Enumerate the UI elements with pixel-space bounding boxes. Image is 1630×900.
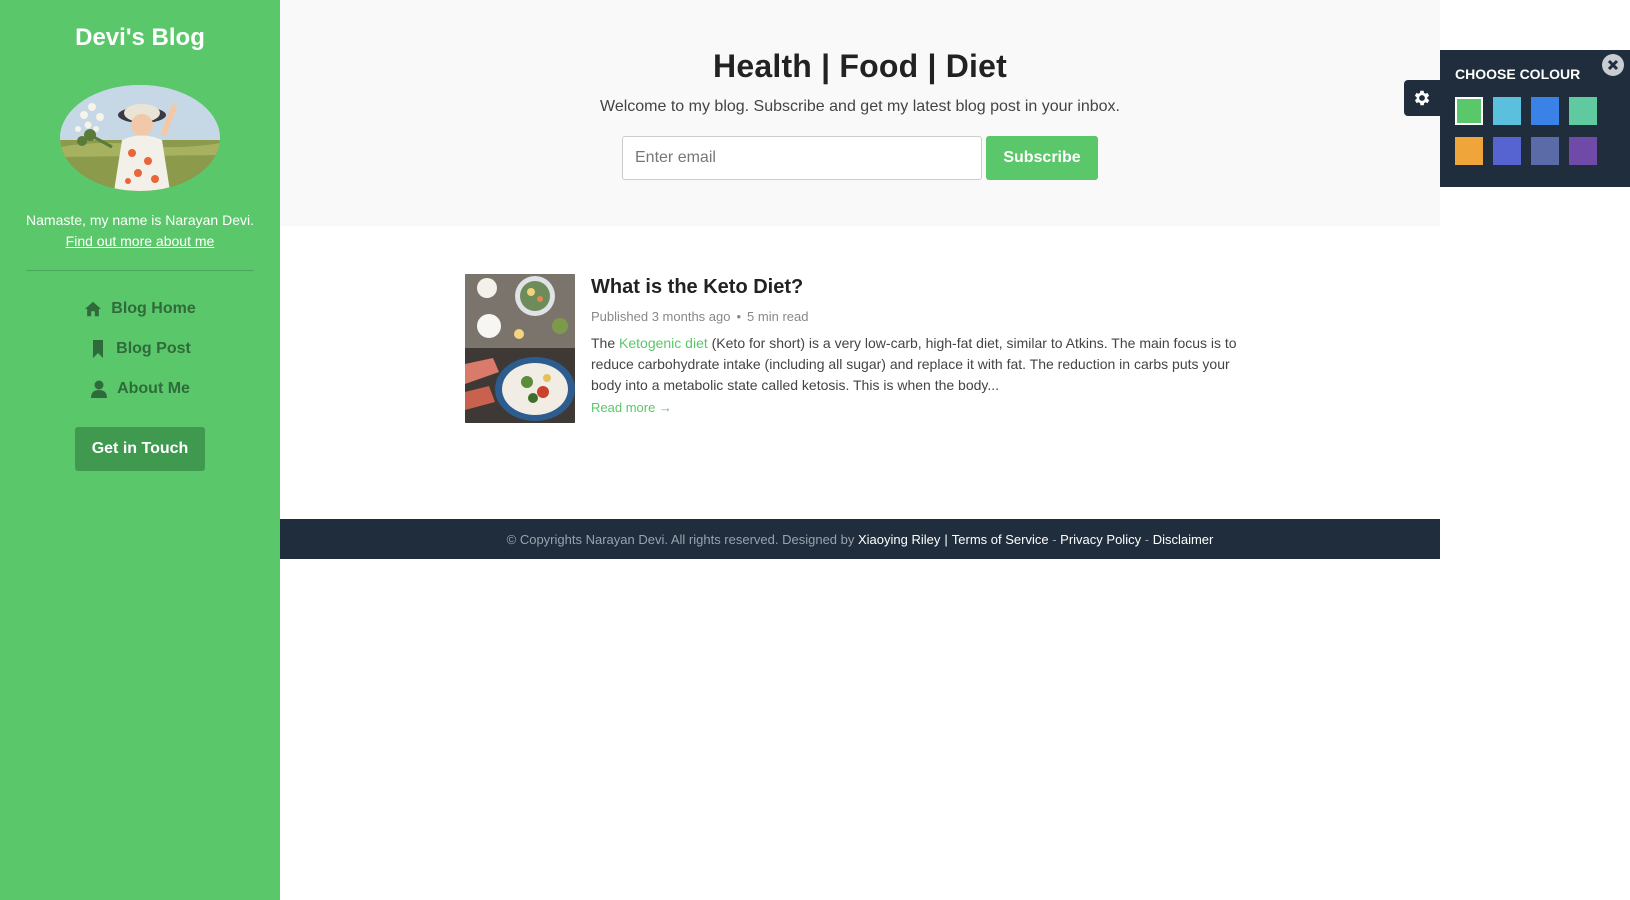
- bookmark-icon: [89, 340, 107, 358]
- hero: Health | Food | Diet Welcome to my blog.…: [280, 0, 1440, 226]
- designer-link[interactable]: Xiaoying Riley: [858, 532, 940, 547]
- read-more-link[interactable]: Read more →: [591, 400, 672, 415]
- footer: © Copyrights Narayan Devi. All rights re…: [280, 519, 1440, 559]
- copyright-text: © Copyrights Narayan Devi. All rights re…: [506, 531, 855, 547]
- footer-separator: -: [1052, 531, 1057, 547]
- post-read-time: 5 min read: [747, 309, 809, 324]
- footer-divider: |: [944, 531, 948, 547]
- colour-swatch-6[interactable]: [1493, 137, 1521, 165]
- post-title[interactable]: What is the Keto Diet?: [591, 276, 1241, 299]
- intro-text: Welcome to my blog. Subscribe and get my…: [600, 98, 1120, 115]
- gear-icon: [1414, 90, 1430, 106]
- nav-item-about-me[interactable]: About Me: [0, 369, 280, 409]
- post-item: What is the Keto Diet? Published 3 month…: [465, 274, 1245, 423]
- meta-separator: •: [736, 309, 742, 324]
- sidebar: Devi's Blog Namaste, my name is Narayan: [0, 0, 280, 900]
- nav-item-blog-post[interactable]: Blog Post: [0, 329, 280, 369]
- nav-label: About Me: [117, 380, 190, 397]
- picker-title: CHOOSE COLOUR: [1455, 66, 1581, 82]
- post-body: What is the Keto Diet? Published 3 month…: [591, 274, 1241, 423]
- email-input[interactable]: [622, 136, 982, 180]
- bio-text: Namaste, my name is Narayan Devi.: [26, 212, 254, 228]
- get-in-touch-button[interactable]: Get in Touch: [75, 427, 205, 471]
- post-meta: Published 3 months ago • 5 min read: [591, 309, 1241, 324]
- disclaimer-link[interactable]: Disclaimer: [1153, 532, 1214, 547]
- colour-swatches: [1455, 97, 1615, 165]
- terms-link[interactable]: Terms of Service: [952, 532, 1049, 547]
- excerpt-prefix: The: [591, 335, 620, 351]
- colour-swatch-2[interactable]: [1493, 97, 1521, 125]
- close-button[interactable]: [1602, 54, 1624, 76]
- subscribe-button[interactable]: Subscribe: [986, 136, 1098, 180]
- avatar: [60, 85, 220, 191]
- nav-label: Blog Post: [116, 340, 191, 357]
- user-icon: [90, 380, 108, 398]
- footer-separator: -: [1144, 531, 1150, 547]
- page-title: Health | Food | Diet: [713, 48, 1007, 84]
- ketogenic-diet-link[interactable]: Ketogenic diet: [619, 335, 708, 351]
- colour-swatch-3[interactable]: [1531, 97, 1559, 125]
- divider: [26, 270, 254, 271]
- signup-form: Subscribe: [280, 136, 1440, 180]
- privacy-link[interactable]: Privacy Policy: [1060, 532, 1141, 547]
- post-thumbnail[interactable]: [465, 274, 575, 423]
- post-date: Published 3 months ago: [591, 309, 731, 324]
- close-icon: [1607, 59, 1619, 71]
- config-toggle[interactable]: [1404, 80, 1440, 116]
- site-title[interactable]: Devi's Blog: [0, 24, 280, 52]
- sidebar-nav: Blog Home Blog Post About Me: [0, 289, 280, 409]
- post-excerpt: The Ketogenic diet (Keto for short) is a…: [591, 333, 1241, 396]
- colour-swatch-7[interactable]: [1531, 137, 1559, 165]
- about-link[interactable]: Find out more about me: [66, 233, 215, 249]
- home-icon: [84, 300, 102, 318]
- colour-swatch-1[interactable]: [1455, 97, 1483, 125]
- colour-picker-panel: CHOOSE COLOUR: [1440, 50, 1630, 187]
- bio: Namaste, my name is Narayan Devi. Find o…: [0, 210, 280, 252]
- nav-item-blog-home[interactable]: Blog Home: [0, 289, 280, 329]
- colour-swatch-4[interactable]: [1569, 97, 1597, 125]
- nav-label: Blog Home: [111, 300, 196, 317]
- main-content: Health | Food | Diet Welcome to my blog.…: [280, 0, 1440, 559]
- colour-swatch-8[interactable]: [1569, 137, 1597, 165]
- colour-swatch-5[interactable]: [1455, 137, 1483, 165]
